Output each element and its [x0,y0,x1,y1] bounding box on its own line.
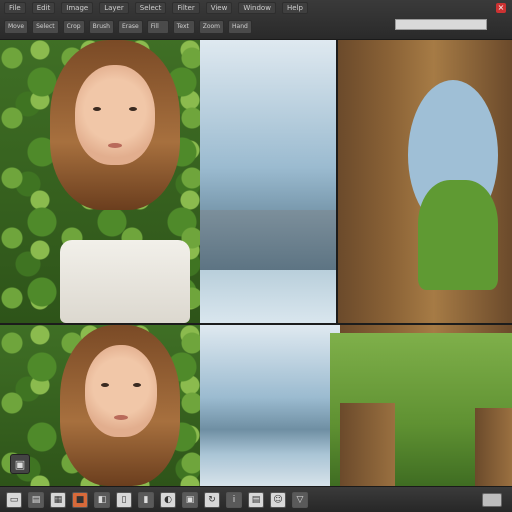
tool-move[interactable]: Move [4,20,29,34]
doc-icon[interactable]: ▤ [248,491,264,508]
color-icon[interactable]: ■ [72,491,88,508]
tool-hand[interactable]: Hand [228,20,252,34]
tool-crop[interactable]: Crop [62,20,85,34]
foliage [418,180,498,290]
layers-icon[interactable]: ▦ [50,491,66,508]
menu-filter[interactable]: Filter [172,2,200,14]
face [85,345,157,437]
refresh-icon[interactable]: ↻ [204,491,220,508]
woman-portrait-bottom [40,325,190,486]
tool-fill[interactable]: Fill [146,20,169,34]
left-eye [101,383,109,387]
tool-zoom[interactable]: Zoom [198,20,225,34]
lake [200,270,340,323]
filter-icon[interactable]: ▽ [292,491,308,508]
tool-text[interactable]: Text [172,20,195,34]
face [75,65,155,165]
left-eye [93,107,101,111]
lips [114,415,128,420]
bottom-toolbar: ▭ ▤ ▦ ■ ◧ ▯ ▮ ◐ ▣ ↻ i ▤ ☺ ▽ [0,486,512,512]
menu-file[interactable]: File [4,2,26,14]
layer-group-icon[interactable]: ▣ [182,491,198,508]
right-eye [133,383,141,387]
mountains [200,210,340,270]
close-button[interactable]: × [496,3,506,13]
menu-select[interactable]: Select [134,2,167,14]
tree-trunk [340,403,395,486]
menu-bar: File Edit Image Layer Select Filter View… [0,0,512,16]
tool-select[interactable]: Select [32,20,59,34]
camera-icon[interactable]: ▣ [10,454,30,474]
dress [60,240,190,323]
menu-edit[interactable]: Edit [31,2,56,14]
photo-top-right [338,40,512,333]
profile-icon[interactable]: ☺ [270,491,286,508]
tool-erase[interactable]: Erase [117,20,143,34]
image-canvas[interactable]: ▣ [0,40,512,486]
menu-view[interactable]: View [205,2,233,14]
lips [108,143,122,148]
folder-icon[interactable]: ▤ [28,491,44,508]
woman-portrait-top [20,40,200,323]
info-icon[interactable]: i [226,491,242,508]
menu-layer[interactable]: Layer [99,2,129,14]
image-icon[interactable]: ▭ [6,491,22,508]
menu-window[interactable]: Window [238,2,276,14]
tool-brush[interactable]: Brush [88,20,114,34]
panel-divider-vertical [336,40,338,333]
top-toolbar: File Edit Image Layer Select Filter View… [0,0,512,40]
tree-trunk [475,408,512,486]
status-indicator[interactable] [482,493,502,507]
photo-top-center [200,40,340,323]
paste-icon[interactable]: ▮ [138,491,154,508]
menu-image[interactable]: Image [61,2,94,14]
photo-editor-window: File Edit Image Layer Select Filter View… [0,0,512,512]
menu-help[interactable]: Help [281,2,308,14]
right-eye [129,107,137,111]
photo-bottom-right [330,333,512,486]
search-field[interactable] [395,19,487,30]
copy-icon[interactable]: ▯ [116,491,132,508]
mask-icon[interactable]: ◧ [94,491,110,508]
adjust-icon[interactable]: ◐ [160,491,176,508]
photo-bottom-center [200,325,340,486]
